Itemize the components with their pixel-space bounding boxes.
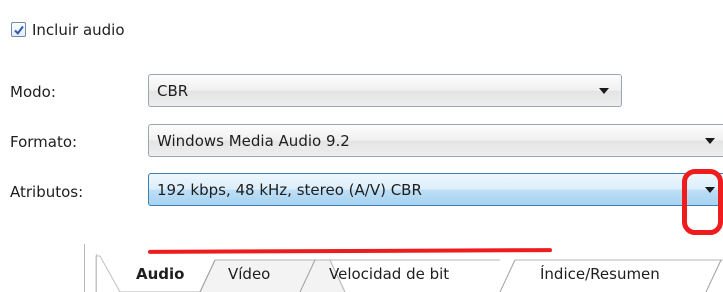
tab-video[interactable]: Vídeo xyxy=(228,265,270,283)
tab-index-summary[interactable]: Índice/Resumen xyxy=(540,265,660,283)
tab-audio[interactable]: Audio xyxy=(136,265,184,283)
tab-strip-outline xyxy=(95,255,723,292)
tab-bitrate[interactable]: Velocidad de bit xyxy=(329,265,449,283)
